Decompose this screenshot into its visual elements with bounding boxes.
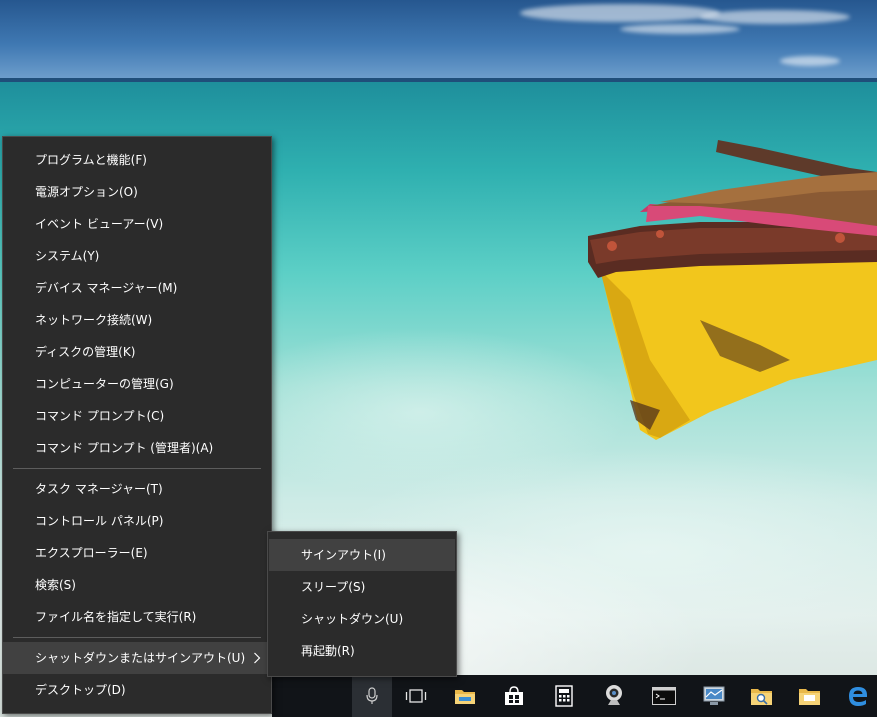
menu-item-shutdown-signout-label: シャットダウンまたはサインアウト(U) (35, 651, 246, 665)
submenu-item-shut-down[interactable]: シャットダウン(U) (268, 603, 456, 635)
webcam-icon[interactable] (590, 675, 638, 717)
menu-separator (13, 468, 261, 469)
menu-item-shutdown-signout[interactable]: シャットダウンまたはサインアウト(U) (3, 642, 271, 674)
menu-item-device-manager[interactable]: デバイス マネージャー(M) (3, 272, 271, 304)
calculator-icon[interactable] (540, 675, 588, 717)
submenu-item-sign-out[interactable]: サインアウト(I) (269, 539, 455, 571)
menu-item-network-connections[interactable]: ネットワーク接続(W) (3, 304, 271, 336)
shutdown-submenu: サインアウト(I) スリープ(S) シャットダウン(U) 再起動(R) (267, 531, 457, 677)
menu-item-power-options[interactable]: 電源オプション(O) (3, 176, 271, 208)
menu-item-file-explorer[interactable]: エクスプローラー(E) (3, 537, 271, 569)
submenu-item-sleep[interactable]: スリープ(S) (268, 571, 456, 603)
submenu-item-restart[interactable]: 再起動(R) (268, 635, 456, 667)
menu-item-search[interactable]: 検索(S) (3, 569, 271, 601)
file-explorer-icon[interactable] (441, 675, 489, 717)
edge-icon[interactable] (834, 675, 877, 717)
menu-item-desktop[interactable]: デスクトップ(D) (3, 674, 271, 706)
command-prompt-icon[interactable] (640, 675, 688, 717)
menu-separator (13, 637, 261, 638)
taskbar (272, 675, 877, 717)
system-monitor-icon[interactable] (690, 675, 738, 717)
menu-item-control-panel[interactable]: コントロール パネル(P) (3, 505, 271, 537)
winx-context-menu: プログラムと機能(F) 電源オプション(O) イベント ビューアー(V) システ… (2, 136, 272, 714)
menu-item-command-prompt[interactable]: コマンド プロンプト(C) (3, 400, 271, 432)
chevron-right-icon (251, 642, 263, 674)
menu-item-command-prompt-admin[interactable]: コマンド プロンプト (管理者)(A) (3, 432, 271, 464)
store-icon[interactable] (490, 675, 538, 717)
task-view-icon[interactable] (392, 675, 440, 717)
menu-item-computer-management[interactable]: コンピューターの管理(G) (3, 368, 271, 400)
search-folder-icon[interactable] (738, 675, 786, 717)
menu-item-run[interactable]: ファイル名を指定して実行(R) (3, 601, 271, 633)
menu-item-system[interactable]: システム(Y) (3, 240, 271, 272)
folder-icon[interactable] (786, 675, 834, 717)
menu-item-programs-features[interactable]: プログラムと機能(F) (3, 144, 271, 176)
menu-item-disk-management[interactable]: ディスクの管理(K) (3, 336, 271, 368)
menu-item-task-manager[interactable]: タスク マネージャー(T) (3, 473, 271, 505)
menu-item-event-viewer[interactable]: イベント ビューアー(V) (3, 208, 271, 240)
microphone-icon[interactable] (352, 675, 392, 717)
